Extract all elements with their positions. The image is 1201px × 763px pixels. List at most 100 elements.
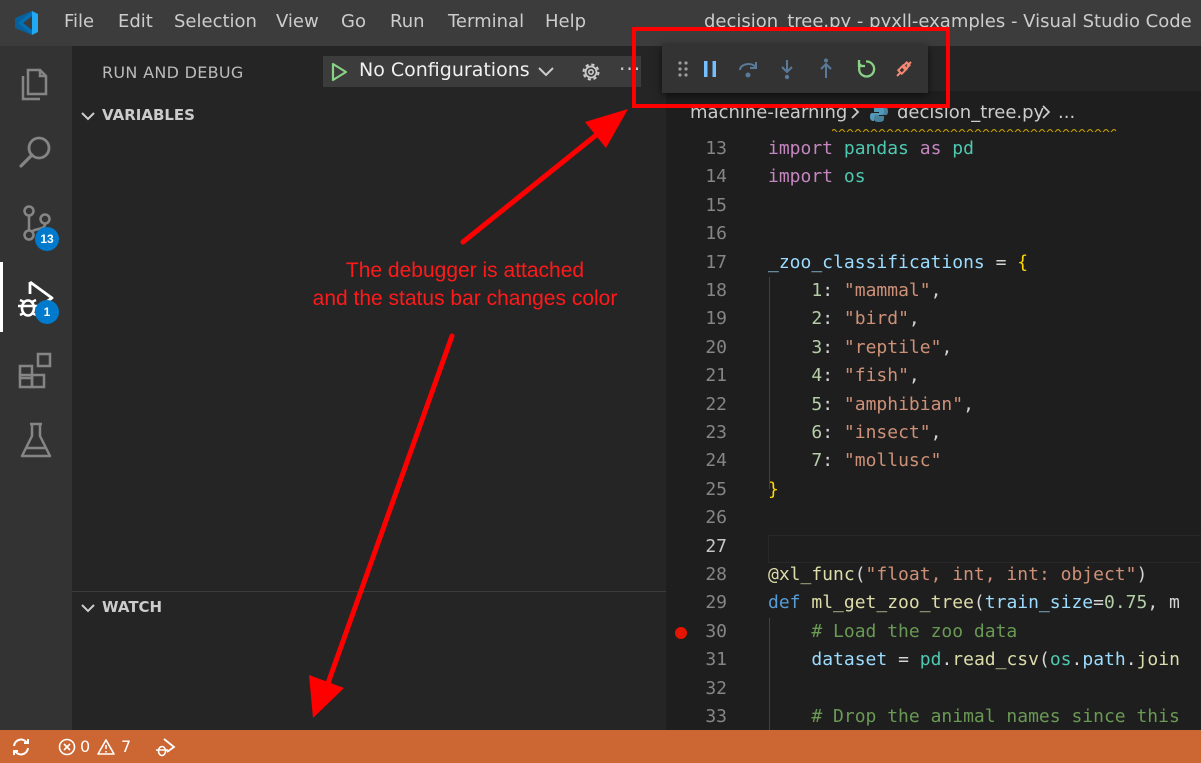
- activity-run-debug[interactable]: 1: [0, 262, 72, 332]
- debug-toolbar-highlight: [632, 27, 950, 108]
- annotation-text: The debugger is attached and the status …: [270, 257, 660, 313]
- line-number: 16: [705, 223, 727, 245]
- code-line[interactable]: 17 _zoo_classifications = {: [666, 249, 1201, 277]
- error-icon[interactable]: [58, 738, 76, 756]
- code-line[interactable]: 14 import os: [666, 163, 1201, 191]
- line-number: 28: [705, 564, 727, 585]
- code-text: 4: "fish",: [811, 365, 920, 387]
- sidebar-title: RUN AND DEBUG: [102, 63, 244, 82]
- code-line[interactable]: 28 @xl_func("float, int, int: object"): [666, 561, 1201, 589]
- title-bar: File Edit Selection View Go Run Terminal…: [0, 0, 1201, 46]
- code-text: # Load the zoo data: [811, 620, 1018, 642]
- code-line[interactable]: 23 6: "insect",: [666, 419, 1201, 447]
- chevron-down-icon: [538, 67, 554, 77]
- indent-guide: [769, 618, 770, 730]
- code-line[interactable]: 22 5: "amphibian",: [666, 391, 1201, 419]
- code-text: def ml_get_zoo_tree(train_size=0.75, m: [768, 592, 1180, 614]
- activity-testing[interactable]: [0, 404, 72, 474]
- code-line[interactable]: 16: [666, 220, 1201, 248]
- line-number: 29: [705, 592, 727, 614]
- code-text: @xl_func("float, int, int: object"): [768, 564, 1148, 585]
- activity-extensions[interactable]: [0, 334, 72, 404]
- code-text: 6: "insect",: [811, 422, 942, 443]
- watch-label: WATCH: [102, 598, 163, 616]
- line-number: 31: [705, 649, 727, 671]
- sync-icon[interactable]: [10, 737, 32, 757]
- activity-search[interactable]: [0, 116, 72, 186]
- code-text: # Drop the animal names since this: [811, 706, 1180, 727]
- line-number: 18: [705, 280, 727, 301]
- code-line[interactable]: 32: [666, 675, 1201, 703]
- chevron-down-icon: [81, 112, 95, 121]
- start-debugging-icon[interactable]: [330, 62, 348, 82]
- code-text: _zoo_classifications = {: [768, 251, 1029, 273]
- line-number: 13: [705, 138, 727, 159]
- menu-view[interactable]: View: [276, 11, 319, 32]
- menu-help[interactable]: Help: [545, 11, 586, 32]
- annotation-line-1: The debugger is attached: [345, 259, 585, 282]
- code-line[interactable]: 20 3: "reptile",: [666, 334, 1201, 362]
- line-number: 27: [705, 535, 727, 557]
- code-text: import pandas as pd: [768, 138, 974, 159]
- code-line[interactable]: 26: [666, 504, 1201, 532]
- source-control-badge: 13: [35, 227, 59, 251]
- activity-explorer[interactable]: [0, 46, 72, 116]
- line-number: 21: [705, 365, 727, 387]
- breadcrumb-more[interactable]: ...: [1058, 102, 1075, 123]
- section-divider: [72, 591, 666, 592]
- line-number: 25: [705, 478, 727, 500]
- active-indicator: [0, 262, 3, 332]
- configuration-label: No Configurations: [359, 59, 530, 81]
- run-debug-sidebar: RUN AND DEBUG No Configurations ··· VARI…: [72, 46, 666, 730]
- line-number: 19: [705, 308, 727, 330]
- line-number: 22: [705, 393, 727, 415]
- menu-go[interactable]: Go: [341, 11, 366, 32]
- line-number: 33: [705, 706, 727, 727]
- code-line[interactable]: 13 import pandas as pd: [666, 135, 1201, 163]
- warning-count[interactable]: 7: [121, 737, 131, 756]
- activity-source-control[interactable]: 13: [0, 186, 72, 256]
- menu-terminal[interactable]: Terminal: [448, 11, 524, 32]
- chevron-right-icon: [1042, 105, 1051, 119]
- line-number: 30: [705, 620, 727, 642]
- breakpoint-icon[interactable]: [675, 627, 687, 639]
- code-line[interactable]: 30 # Load the zoo data: [666, 618, 1201, 646]
- debug-status-icon[interactable]: [155, 737, 177, 757]
- code-line[interactable]: 25}: [666, 476, 1201, 504]
- variables-label: VARIABLES: [102, 106, 195, 124]
- line-number: 14: [705, 166, 727, 188]
- menu-edit[interactable]: Edit: [118, 11, 153, 32]
- line-number: 23: [705, 422, 727, 443]
- chevron-down-icon: [81, 604, 95, 613]
- line-number: 20: [705, 336, 727, 358]
- activity-bar: 13 1: [0, 46, 72, 730]
- code-text: 3: "reptile",: [811, 336, 953, 358]
- code-line[interactable]: 18 1: "mammal",: [666, 277, 1201, 305]
- code-text: 5: "amphibian",: [811, 393, 974, 415]
- code-line[interactable]: 21 4: "fish",: [666, 362, 1201, 390]
- menu-selection[interactable]: Selection: [174, 11, 257, 32]
- error-count[interactable]: 0: [80, 737, 90, 756]
- watch-section-header[interactable]: WATCH: [72, 595, 666, 621]
- testing-icon: [20, 422, 52, 458]
- menu-run[interactable]: Run: [390, 11, 425, 32]
- code-line[interactable]: 33 # Drop the animal names since this: [666, 703, 1201, 730]
- indent-guide: [769, 277, 770, 489]
- code-line[interactable]: 29 def ml_get_zoo_tree(train_size=0.75, m: [666, 589, 1201, 617]
- code-text: 1: "mammal",: [811, 280, 942, 301]
- code-line[interactable]: 19 2: "bird",: [666, 305, 1201, 333]
- code-line[interactable]: 31 dataset = pd.read_csv(os.path.join: [666, 646, 1201, 674]
- gear-icon[interactable]: [579, 60, 603, 84]
- line-number: 24: [705, 450, 727, 472]
- code-line[interactable]: 24 7: "mollusc": [666, 447, 1201, 475]
- search-icon: [19, 136, 51, 168]
- vscode-logo-icon: [15, 11, 38, 35]
- code-text: 2: "bird",: [811, 308, 920, 330]
- status-bar: 0 7: [0, 730, 1201, 763]
- editor-area: machine-learning decision_tree.py ... 13…: [666, 46, 1201, 730]
- code-line[interactable]: 15: [666, 192, 1201, 220]
- annotation-line-2: and the status bar changes color: [312, 287, 618, 310]
- menu-file[interactable]: File: [64, 11, 94, 32]
- variables-section-header[interactable]: VARIABLES: [72, 103, 666, 129]
- warning-icon[interactable]: [96, 738, 116, 756]
